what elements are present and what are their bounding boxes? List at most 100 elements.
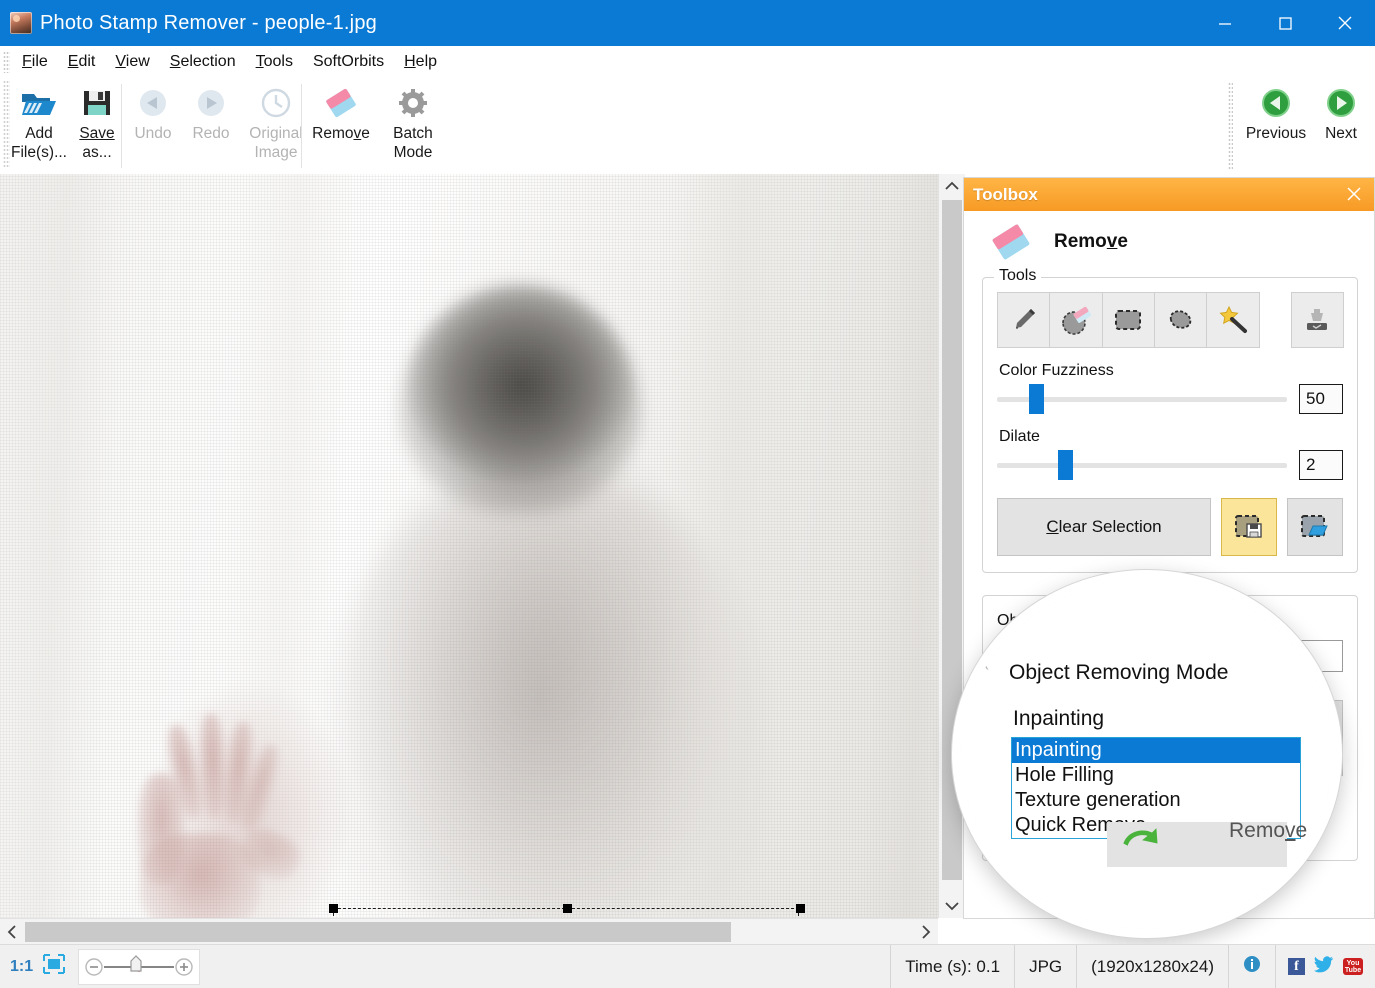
color-fuzziness-label: Color Fuzziness — [999, 362, 1114, 379]
magnified-mode-combo-value[interactable]: Inpainting — [1013, 707, 1104, 731]
toolbox-header: Toolbox — [964, 178, 1374, 211]
scroll-up-arrow-icon[interactable] — [939, 174, 965, 198]
app-photo-icon — [10, 12, 32, 34]
tools-row — [997, 292, 1344, 348]
status-format: JPG — [1014, 945, 1076, 988]
add-files-button[interactable]: Add File(s)... — [10, 78, 68, 162]
window-title: Photo Stamp Remover - people-1.jpg — [40, 11, 377, 34]
horizontal-scrollbar[interactable] — [0, 918, 938, 945]
magic-wand-tool-button[interactable] — [1206, 292, 1260, 348]
next-label: Next — [1325, 125, 1357, 142]
original-image-label: Original Image — [249, 125, 303, 161]
dropdown-option-hole-filling[interactable]: Hole Filling — [1012, 763, 1300, 788]
remove-ribbon-button[interactable]: Remove — [305, 78, 377, 143]
redo-button[interactable]: Redo — [182, 78, 240, 143]
zoom-slider-widget[interactable] — [78, 948, 201, 985]
status-bar: 1:1 Time (s): 0.1 JPG (1920x1280x24) f Y… — [0, 944, 1375, 988]
ribbon-divider-3 — [1228, 82, 1233, 170]
redo-icon — [194, 84, 228, 122]
add-files-label: Add File(s)... — [11, 125, 67, 161]
rectangle-select-tool-button[interactable] — [1101, 292, 1155, 348]
status-info-cell[interactable] — [1228, 945, 1275, 988]
ribbon-toolbar: Add File(s)... Save as... Undo Redo Orig… — [0, 78, 1375, 249]
menu-grip-handle[interactable] — [3, 51, 10, 73]
color-fuzziness-knob[interactable] — [1028, 384, 1044, 414]
menu-bar: File Edit View Selection Tools SoftOrbit… — [0, 46, 1375, 78]
save-selection-button[interactable] — [1221, 498, 1277, 556]
previous-arrow-icon — [1260, 84, 1292, 122]
previous-button[interactable]: Previous — [1240, 78, 1312, 143]
dropdown-option-texture-generation[interactable]: Texture generation — [1012, 788, 1300, 813]
magnified-remove-button-label: Remove — [1229, 819, 1308, 842]
scroll-left-arrow-icon[interactable] — [0, 919, 24, 945]
menu-item-selection[interactable]: Selection — [160, 51, 246, 73]
title-bar: Photo Stamp Remover - people-1.jpg — [0, 0, 1375, 46]
youtube-icon[interactable]: You Tube — [1343, 958, 1363, 975]
image-canvas[interactable]: Censored — [0, 174, 938, 918]
twitter-icon[interactable] — [1314, 955, 1334, 978]
magnified-object-removing-mode-label: Object Removing Mode — [1009, 661, 1229, 684]
status-dimensions: (1920x1280x24) — [1076, 945, 1228, 988]
dilate-slider[interactable] — [997, 450, 1287, 480]
undo-icon — [136, 84, 170, 122]
selection-rectangle[interactable]: Censored — [329, 904, 805, 918]
color-fuzziness-slider[interactable] — [997, 384, 1287, 414]
dilate-label: Dilate — [999, 428, 1040, 445]
selection-handle-nw[interactable] — [329, 904, 338, 913]
dilate-value[interactable]: 2 — [1299, 450, 1343, 480]
menu-item-softorbits[interactable]: SoftOrbits — [303, 51, 394, 73]
batch-mode-button[interactable]: Batch Mode — [377, 78, 449, 162]
undo-label: Undo — [134, 125, 172, 142]
magnifier-group-corner: ( — [983, 651, 989, 670]
selection-buttons-row: Clear Selection — [997, 498, 1343, 556]
facebook-icon[interactable]: f — [1288, 958, 1305, 975]
color-fuzziness-value[interactable]: 50 — [1299, 384, 1343, 414]
save-as-button[interactable]: Save as... — [68, 78, 126, 162]
load-selection-button[interactable] — [1287, 498, 1343, 556]
social-links: f You Tube — [1275, 945, 1375, 988]
scroll-right-arrow-icon[interactable] — [914, 919, 938, 945]
magnifier-callout: ( Object Removing Mode Inpainting Inpain… — [952, 570, 1342, 938]
close-button[interactable] — [1315, 0, 1375, 46]
menu-item-file[interactable]: File — [12, 51, 58, 73]
menu-item-edit[interactable]: Edit — [58, 51, 106, 73]
menu-item-tools[interactable]: Tools — [246, 51, 303, 73]
menu-item-help[interactable]: Help — [394, 51, 447, 73]
fit-to-screen-icon[interactable] — [42, 953, 66, 980]
toolbox-close-icon[interactable] — [1344, 184, 1364, 209]
magnified-remove-arrow-icon — [1119, 819, 1163, 862]
original-image-clock-icon — [259, 84, 293, 122]
pencil-tool-button[interactable] — [997, 292, 1051, 348]
eraser-brush-tool-button[interactable] — [1049, 292, 1103, 348]
ribbon-divider-1 — [121, 84, 122, 168]
dilate-row: 2 — [997, 450, 1343, 480]
save-icon — [81, 84, 113, 122]
photo-preview: Censored — [0, 174, 938, 918]
next-arrow-icon — [1325, 84, 1357, 122]
clone-stamp-tool-button[interactable] — [1290, 292, 1344, 348]
selection-handle-ne[interactable] — [796, 904, 805, 913]
maximize-button[interactable] — [1255, 0, 1315, 46]
ribbon-grip-handle[interactable] — [3, 80, 10, 168]
menu-item-view[interactable]: View — [105, 51, 159, 73]
selection-handle-n[interactable] — [563, 904, 572, 913]
lasso-select-tool-button[interactable] — [1153, 292, 1208, 348]
minimize-button[interactable] — [1195, 0, 1255, 46]
remove-ribbon-label: Remove — [312, 125, 370, 142]
dilate-knob[interactable] — [1057, 450, 1073, 480]
save-as-label: Save as... — [79, 125, 115, 161]
zoom-ratio-label[interactable]: 1:1 — [10, 958, 33, 976]
previous-label: Previous — [1245, 125, 1307, 142]
eraser-icon — [322, 84, 360, 122]
photo-fabric-folds — [0, 174, 938, 918]
clear-selection-button[interactable]: Clear Selection — [997, 498, 1211, 556]
next-button[interactable]: Next — [1312, 78, 1370, 143]
magnifier-content: ( Object Removing Mode Inpainting Inpain… — [961, 579, 1333, 929]
batch-mode-label: Batch Mode — [393, 125, 433, 161]
horizontal-scroll-thumb[interactable] — [25, 922, 731, 942]
undo-button[interactable]: Undo — [124, 78, 182, 143]
info-icon[interactable] — [1243, 955, 1261, 978]
redo-label: Redo — [192, 125, 230, 142]
dropdown-option-inpainting[interactable]: Inpainting — [1012, 738, 1300, 763]
dilate-rail — [997, 462, 1287, 468]
